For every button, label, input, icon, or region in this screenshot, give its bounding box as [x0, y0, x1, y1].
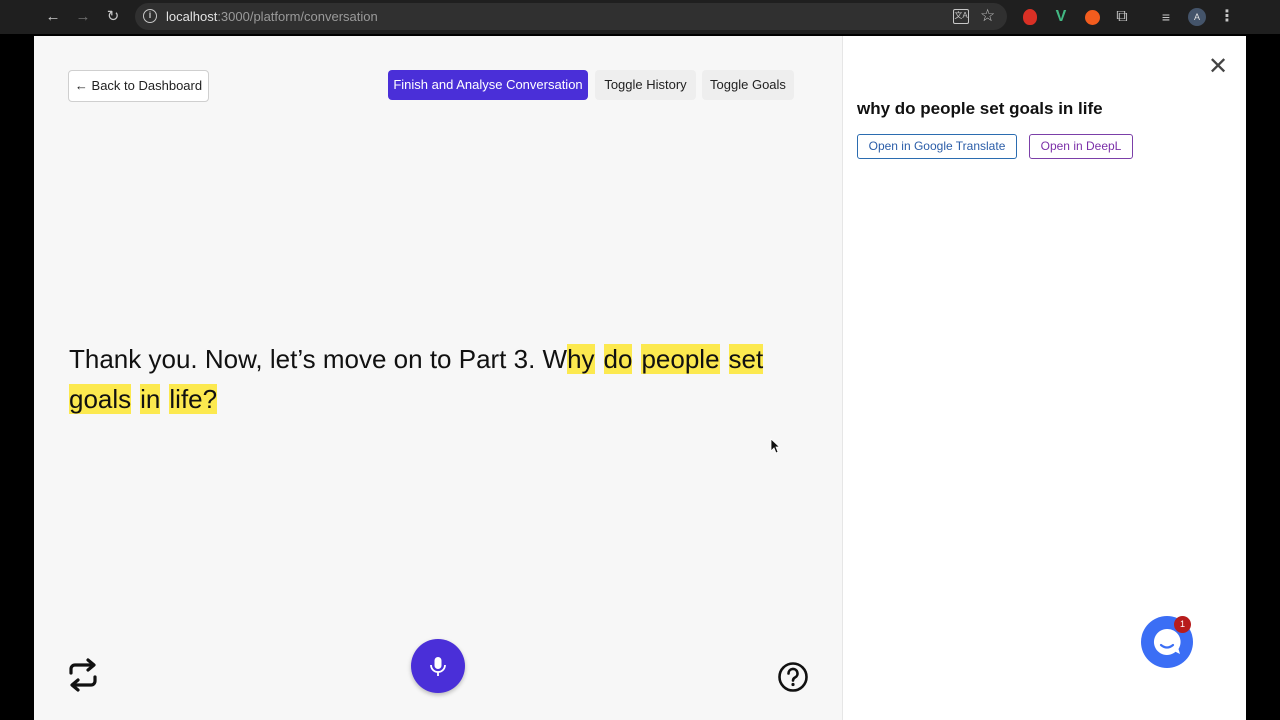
reload-icon[interactable]: ↻: [104, 8, 122, 26]
extension-orange-icon[interactable]: [1083, 8, 1101, 26]
help-question-icon[interactable]: [777, 661, 809, 693]
microphone-icon: [430, 657, 446, 676]
repeat-icon[interactable]: [66, 658, 100, 692]
finish-analyse-button[interactable]: Finish and Analyse Conversation: [388, 70, 588, 100]
highlighted-word[interactable]: do: [603, 344, 633, 374]
open-google-translate-button[interactable]: Open in Google Translate: [857, 134, 1017, 159]
site-info-icon[interactable]: i: [143, 9, 157, 23]
close-icon[interactable]: ✕: [1207, 55, 1229, 79]
mouse-cursor-icon: [770, 438, 780, 454]
translate-page-icon[interactable]: 文A: [953, 9, 969, 24]
microphone-button[interactable]: [411, 639, 465, 693]
highlighted-word[interactable]: people: [641, 344, 720, 374]
media-controls-icon[interactable]: ≡: [1157, 8, 1175, 26]
back-to-dashboard-button[interactable]: ← Back to Dashboard: [68, 70, 209, 102]
extension-red-icon[interactable]: [1021, 8, 1039, 26]
page-viewport: ← Back to Dashboard Finish and Analyse C…: [34, 36, 1246, 720]
highlighted-word[interactable]: set: [728, 344, 764, 374]
back-arrow-icon[interactable]: ←: [44, 8, 62, 26]
selected-phrase-title: why do people set goals in life: [857, 99, 1103, 118]
forward-arrow-icon[interactable]: →: [74, 8, 92, 26]
conversation-panel: ← Back to Dashboard Finish and Analyse C…: [34, 36, 842, 720]
open-deepl-button[interactable]: Open in DeepL: [1029, 134, 1133, 159]
chat-notification-badge: 1: [1174, 616, 1191, 633]
toggle-history-button[interactable]: Toggle History: [595, 70, 696, 100]
url-text[interactable]: localhost:3000/platform/conversation: [166, 9, 378, 24]
profile-avatar[interactable]: A: [1188, 8, 1206, 26]
highlighted-word[interactable]: in: [140, 384, 161, 414]
highlighted-word[interactable]: life?: [169, 384, 218, 414]
highlighted-word[interactable]: hy: [567, 344, 595, 374]
transcript-plain: Thank you. Now, let’s move on to Part 3.…: [69, 344, 568, 374]
browser-toolbar: ← → ↻ i localhost:3000/platform/conversa…: [0, 0, 1280, 34]
extensions-puzzle-icon[interactable]: ⧉: [1113, 8, 1131, 26]
address-bar[interactable]: i localhost:3000/platform/conversation 文…: [135, 3, 1007, 30]
browser-menu-icon[interactable]: ⋮: [1218, 7, 1236, 27]
extension-vue-icon[interactable]: V: [1052, 8, 1070, 26]
transcript-text[interactable]: Thank you. Now, let’s move on to Part 3.…: [69, 339, 781, 419]
toggle-goals-button[interactable]: Toggle Goals: [702, 70, 794, 100]
bookmark-star-icon[interactable]: ☆: [980, 6, 995, 26]
highlighted-word[interactable]: goals: [69, 384, 132, 414]
